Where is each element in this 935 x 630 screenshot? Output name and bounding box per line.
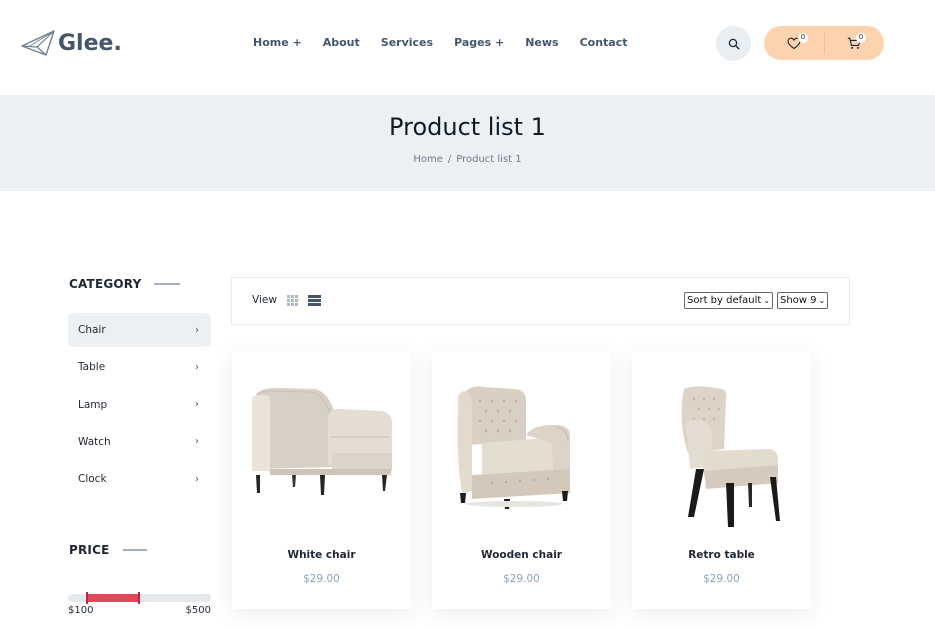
breadcrumb-separator: /: [447, 154, 452, 165]
product-name[interactable]: Retro table: [632, 549, 811, 561]
chevron-right-icon: ›: [195, 399, 199, 411]
search-icon: [728, 38, 740, 50]
product-card[interactable]: Wooden chair $29.00: [432, 351, 611, 609]
heading-underline: [122, 549, 147, 551]
category-item-watch[interactable]: Watch ›: [68, 425, 211, 459]
logo-text: Glee.: [58, 30, 122, 56]
cart-count-badge: 0: [856, 33, 866, 43]
product-card[interactable]: White chair $29.00: [232, 351, 411, 609]
price-min-handle[interactable]: [86, 592, 88, 604]
category-label: Watch: [78, 435, 111, 448]
chevron-right-icon: ›: [195, 361, 199, 373]
product-image-wooden-chair[interactable]: [442, 371, 601, 531]
category-label: Chair: [78, 324, 106, 336]
chevron-right-icon: ›: [195, 436, 199, 448]
nav-item-contact[interactable]: Contact: [580, 36, 628, 49]
price-title: PRICE: [69, 543, 110, 557]
sort-select-value: Sort by default: [687, 295, 762, 306]
nav-item-services[interactable]: Services: [381, 36, 433, 49]
price-heading: PRICE: [69, 543, 147, 557]
price-max-label: $500: [185, 605, 211, 616]
breadcrumb-home[interactable]: Home: [413, 154, 443, 165]
price-range-labels: $100 $500: [68, 605, 211, 616]
nav-item-news[interactable]: News: [525, 36, 558, 49]
category-label: Clock: [78, 473, 107, 486]
product-image-retro-table[interactable]: [642, 371, 801, 531]
logo[interactable]: Glee.: [20, 28, 122, 58]
search-button[interactable]: [716, 26, 751, 61]
product-card[interactable]: Retro table $29.00: [632, 351, 811, 609]
breadcrumb-current: Product list 1: [456, 154, 522, 165]
wishlist-button[interactable]: 0: [764, 26, 824, 60]
category-label: Table: [78, 361, 106, 374]
price-max-handle[interactable]: [138, 592, 140, 604]
category-heading: CATEGORY: [69, 277, 181, 291]
chevron-right-icon: ›: [195, 324, 199, 336]
category-label: Lamp: [78, 398, 108, 411]
main-nav: Home + About Services Pages + News Conta…: [253, 36, 649, 49]
wishlist-count-badge: 0: [798, 33, 808, 43]
logo-paper-plane-icon: [21, 30, 55, 56]
list-view-icon[interactable]: [308, 295, 321, 306]
product-name[interactable]: Wooden chair: [432, 549, 611, 561]
product-toolbar: View Sort by default ⌄ Show 9 ⌄: [231, 277, 850, 325]
price-range-fill: [87, 594, 139, 602]
nav-item-home[interactable]: Home +: [253, 36, 302, 49]
product-name[interactable]: White chair: [232, 549, 411, 561]
breadcrumb: Home / Product list 1: [0, 154, 935, 165]
category-item-clock[interactable]: Clock ›: [68, 462, 211, 496]
product-price: $29.00: [703, 573, 740, 585]
category-title: CATEGORY: [69, 277, 142, 291]
site-header: Glee. Home + About Services Pages + News…: [0, 0, 935, 95]
price-min-label: $100: [68, 605, 94, 616]
product-price: $29.00: [503, 573, 540, 585]
page-title: Product list 1: [389, 113, 546, 141]
show-count-select[interactable]: Show 9 ⌄: [777, 292, 829, 309]
nav-item-pages[interactable]: Pages +: [454, 36, 504, 49]
cart-button[interactable]: 0: [824, 26, 884, 60]
page-banner: Product list 1 Home / Product list 1: [0, 95, 935, 191]
category-item-lamp[interactable]: Lamp ›: [68, 388, 211, 422]
category-item-chair[interactable]: Chair ›: [68, 313, 211, 347]
grid-view-icon[interactable]: [287, 295, 298, 306]
category-list: Chair › Table › Lamp › Watch › Clock ›: [68, 313, 211, 499]
chevron-right-icon: ›: [195, 473, 199, 485]
category-item-table[interactable]: Table ›: [68, 350, 211, 384]
nav-item-about[interactable]: About: [323, 36, 360, 49]
price-range-slider[interactable]: [68, 592, 211, 604]
product-image-white-chair[interactable]: [242, 371, 401, 531]
chevron-down-icon: ⌄: [763, 296, 771, 305]
heading-underline: [154, 283, 181, 285]
product-price: $29.00: [303, 573, 340, 585]
sort-select[interactable]: Sort by default ⌄: [684, 292, 774, 309]
show-select-value: Show 9: [780, 295, 817, 306]
view-label: View: [252, 294, 277, 306]
header-actions-pill: 0 0: [764, 26, 884, 60]
chevron-down-icon: ⌄: [818, 296, 826, 305]
